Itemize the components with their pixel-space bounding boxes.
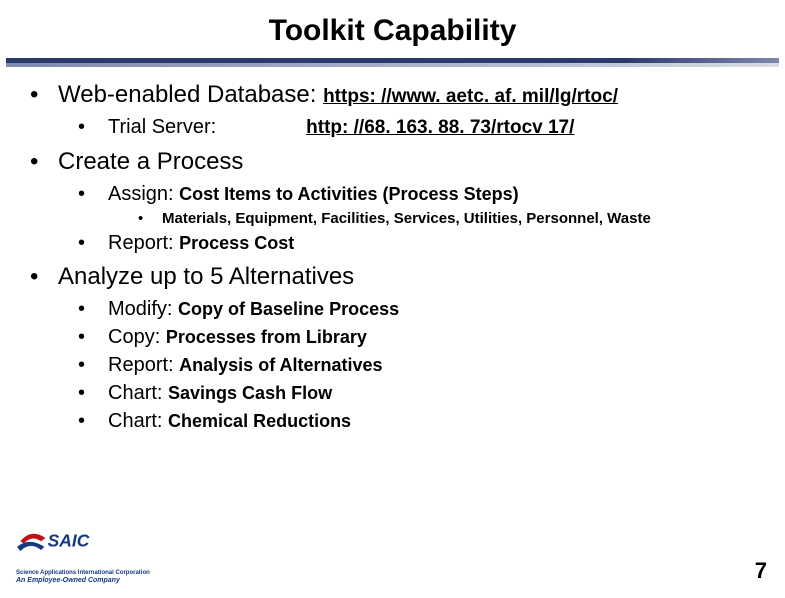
- trial-url-link[interactable]: http: //68. 163. 88. 73/rtocv 17/: [306, 116, 574, 141]
- saic-logo-icon: SAIC: [16, 523, 136, 565]
- bullet-dot: •: [78, 230, 108, 256]
- analyze-prefix: Chart:: [108, 410, 168, 432]
- analyze-item: Modify: Copy of Baseline Process: [108, 296, 399, 322]
- analyze-rest: Processes from Library: [166, 327, 367, 347]
- footer-logo: SAIC Science Applications International …: [16, 523, 150, 584]
- bullet-dot: •: [30, 80, 58, 110]
- analyze-prefix: Chart:: [108, 382, 168, 404]
- company-tagline: An Employee-Owned Company: [16, 577, 150, 584]
- bullet-dot: •: [78, 352, 108, 378]
- bullet-web-text: Web-enabled Database: https: //www. aetc…: [58, 80, 618, 110]
- analyze-label: Analyze up to 5 Alternatives: [58, 262, 354, 292]
- report-prefix: Report:: [108, 232, 179, 254]
- bullet-dot: •: [30, 147, 58, 177]
- analyze-item: Chart: Savings Cash Flow: [108, 380, 332, 406]
- slide-title: Toolkit Capability: [0, 0, 785, 58]
- bullet-create: • Create a Process • Assign: Cost Items …: [30, 147, 775, 257]
- web-url-link[interactable]: https: //www. aetc. af. mil/lg/rtoc/: [323, 86, 618, 107]
- analyze-item: Copy: Processes from Library: [108, 324, 367, 350]
- create-label: Create a Process: [58, 147, 243, 177]
- analyze-item: Chart: Chemical Reductions: [108, 408, 351, 434]
- assign-rest: Cost Items to Activities (Process Steps): [179, 184, 518, 204]
- assign-prefix: Assign:: [108, 183, 179, 205]
- title-rule: [6, 58, 779, 68]
- analyze-rest: Copy of Baseline Process: [178, 299, 399, 319]
- bullet-dot: •: [138, 209, 162, 229]
- svg-text:SAIC: SAIC: [48, 531, 90, 551]
- bullet-dot: •: [78, 181, 108, 207]
- analyze-rest: Chemical Reductions: [168, 411, 351, 431]
- bullet-analyze: • Analyze up to 5 Alternatives •Modify: …: [30, 262, 775, 434]
- bullet-dot: •: [78, 296, 108, 322]
- saic-logo: SAIC Science Applications International …: [16, 523, 150, 584]
- rule-light: [6, 63, 779, 67]
- report-rest: Process Cost: [179, 233, 294, 253]
- company-full: Science Applications International Corpo…: [16, 570, 150, 576]
- analyze-item: Report: Analysis of Alternatives: [108, 352, 383, 378]
- analyze-prefix: Report:: [108, 354, 179, 376]
- report-text: Report: Process Cost: [108, 230, 294, 256]
- bullet-dot: •: [30, 262, 58, 292]
- analyze-prefix: Copy:: [108, 326, 166, 348]
- page-number: 7: [755, 558, 767, 584]
- trial-label: Trial Server:: [108, 114, 216, 140]
- web-label: Web-enabled Database:: [58, 81, 323, 108]
- bullet-dot: •: [78, 408, 108, 434]
- slide: Toolkit Capability • Web-enabled Databas…: [0, 0, 785, 598]
- analyze-rest: Analysis of Alternatives: [179, 355, 382, 375]
- assign-sub: Materials, Equipment, Facilities, Servic…: [162, 209, 651, 229]
- bullet-dot: •: [78, 114, 108, 140]
- assign-text: Assign: Cost Items to Activities (Proces…: [108, 181, 519, 207]
- content: • Web-enabled Database: https: //www. ae…: [0, 80, 785, 434]
- bullet-dot: •: [78, 324, 108, 350]
- analyze-prefix: Modify:: [108, 298, 178, 320]
- bullet-dot: •: [78, 380, 108, 406]
- analyze-rest: Savings Cash Flow: [168, 383, 332, 403]
- bullet-web: • Web-enabled Database: https: //www. ae…: [30, 80, 775, 141]
